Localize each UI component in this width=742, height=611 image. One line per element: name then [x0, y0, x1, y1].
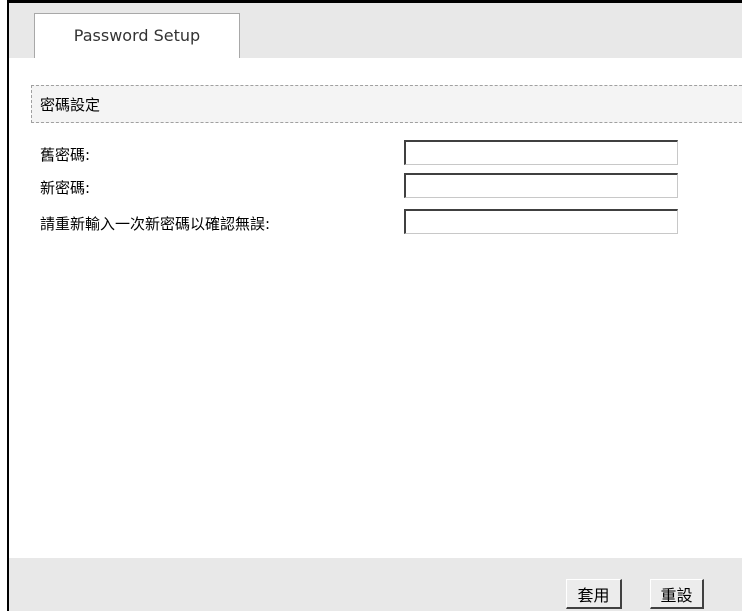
- tab-password-setup[interactable]: Password Setup: [34, 13, 240, 61]
- tab-bar: Password Setup: [9, 3, 742, 61]
- old-password-label: 舊密碼:: [40, 146, 91, 164]
- old-password-input[interactable]: [404, 140, 678, 165]
- new-password-label: 新密碼:: [40, 179, 91, 197]
- section-header-password: 密碼設定: [31, 85, 742, 123]
- new-password-input[interactable]: [404, 173, 678, 198]
- section-title: 密碼設定: [40, 95, 101, 114]
- reset-button[interactable]: 重設: [650, 579, 704, 609]
- apply-button[interactable]: 套用: [566, 579, 622, 609]
- confirm-password-label: 請重新輸入一次新密碼以確認無誤:: [40, 215, 271, 233]
- confirm-password-input[interactable]: [404, 209, 678, 234]
- button-bar: 套用 重設: [9, 558, 742, 611]
- content-panel: 密碼設定 舊密碼: 新密碼: 請重新輸入一次新密碼以確認無誤:: [9, 58, 742, 558]
